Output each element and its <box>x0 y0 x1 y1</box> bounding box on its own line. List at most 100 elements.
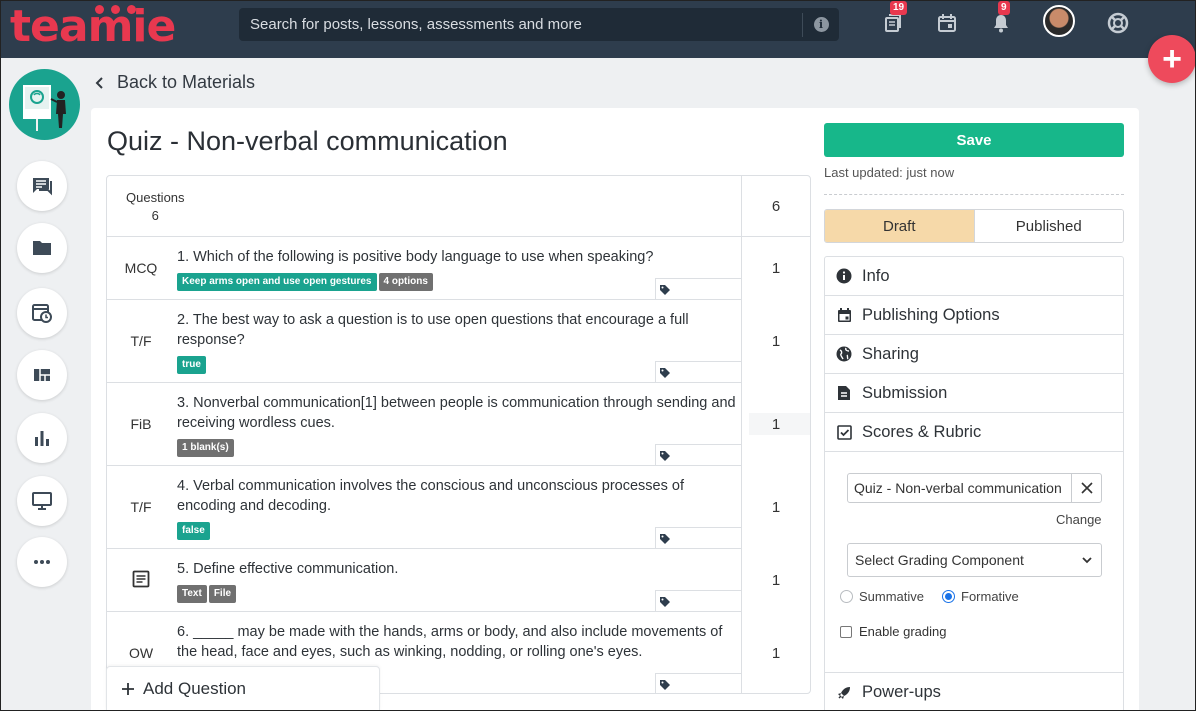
accordion-publishing-options[interactable]: Publishing Options <box>825 296 1123 335</box>
tag-editor-button[interactable] <box>655 590 741 612</box>
checkbox-icon <box>836 424 852 440</box>
question-type: FiB <box>130 416 152 432</box>
summative-radio[interactable]: Summative <box>840 589 924 604</box>
calendar-icon <box>938 14 956 32</box>
accordion-scores-rubric[interactable]: Scores & Rubric <box>825 413 1123 452</box>
question-row[interactable]: T/F 2. The best way to ask a question is… <box>107 300 741 383</box>
answer-tag: false <box>177 522 210 540</box>
tag-editor-button[interactable] <box>655 673 741 693</box>
teamie-logo[interactable]: teamie <box>10 2 176 52</box>
document-icon <box>132 570 150 588</box>
question-score[interactable]: 1 <box>742 416 810 433</box>
question-text[interactable]: 6. _____ may be made with the hands, arm… <box>177 622 739 662</box>
tag-editor-button[interactable] <box>655 444 741 466</box>
question-row[interactable]: 5. Define effective communication. Text … <box>107 549 741 612</box>
sidebar-item-posts[interactable] <box>17 161 67 211</box>
tag-icon <box>660 534 670 544</box>
user-avatar[interactable] <box>1043 5 1075 37</box>
plus-icon <box>122 682 134 695</box>
clear-linked-quiz-button[interactable] <box>1071 474 1101 502</box>
notifications-badge: 9 <box>998 1 1010 15</box>
question-row[interactable]: T/F 4. Verbal communication involves the… <box>107 466 741 549</box>
back-label: Back to Materials <box>117 72 256 92</box>
question-text[interactable]: 4. Verbal communication involves the con… <box>177 476 739 516</box>
question-score[interactable]: 1 <box>742 645 810 662</box>
search-info-button[interactable]: i <box>803 17 839 32</box>
question-type: OW <box>128 645 154 661</box>
answer-tag: Keep arms open and use open gestures <box>177 273 377 291</box>
powerups-divider <box>825 672 1123 673</box>
linked-quiz-value: Quiz - Non-verbal communication <box>854 480 1062 496</box>
question-row[interactable]: FiB 3. Nonverbal communication[1] betwee… <box>107 383 741 466</box>
sidebar-item-more[interactable] <box>17 537 67 587</box>
question-score[interactable]: 1 <box>742 333 810 350</box>
question-tags: true <box>177 356 206 374</box>
calendar-icon <box>837 308 851 322</box>
accordion-info-label: Info <box>862 266 890 285</box>
folder-icon <box>33 241 51 255</box>
questions-label: Questions <box>126 190 185 205</box>
enable-grading-box[interactable] <box>840 625 852 638</box>
question-text[interactable]: 3. Nonverbal communication[1] between pe… <box>177 393 739 433</box>
tag-editor-button[interactable] <box>655 527 741 549</box>
question-tags: Keep arms open and use open gestures 4 o… <box>177 273 433 291</box>
formative-radio-circle[interactable] <box>942 590 955 603</box>
materials-badge: 19 <box>890 1 908 15</box>
enable-grading-label: Enable grading <box>859 624 947 639</box>
back-to-materials-link[interactable]: Back to Materials <box>95 72 255 93</box>
status-draft-button[interactable]: Draft <box>825 210 975 242</box>
materials-button[interactable]: 19 <box>881 1 908 35</box>
materials-icon <box>885 14 901 32</box>
accordion-scores-label: Scores & Rubric <box>862 422 982 441</box>
notifications-button[interactable]: 9 <box>989 1 1013 35</box>
sidebar-item-analytics[interactable] <box>17 413 67 463</box>
accordion-info[interactable]: Info <box>825 257 1123 296</box>
accordion-publishing-label: Publishing Options <box>862 305 1000 324</box>
tag-icon <box>660 451 670 461</box>
divider <box>824 194 1124 195</box>
tag-editor-button[interactable] <box>655 361 741 383</box>
question-score[interactable]: 1 <box>742 260 810 277</box>
tag-editor-button[interactable] <box>655 278 741 300</box>
sidebar-item-materials[interactable] <box>17 223 67 273</box>
formative-radio[interactable]: Formative <box>942 589 1019 604</box>
summative-radio-circle[interactable] <box>840 590 853 603</box>
grading-component-select[interactable]: Select Grading Component <box>847 543 1102 577</box>
questions-table: Questions 6 6 MCQ 1. Which of the follow… <box>106 175 811 694</box>
sidebar-item-dashboard[interactable] <box>17 350 67 400</box>
dashboard-icon <box>34 369 50 381</box>
question-score[interactable]: 1 <box>742 572 810 589</box>
save-button[interactable]: Save <box>824 123 1124 157</box>
search-bar: i <box>239 8 839 41</box>
question-text[interactable]: 5. Define effective communication. <box>177 559 739 579</box>
status-published-button[interactable]: Published <box>974 210 1123 242</box>
total-score: 6 <box>771 198 781 215</box>
calendar-button[interactable] <box>935 11 959 35</box>
accordion-sharing[interactable]: Sharing <box>825 335 1123 374</box>
logo-dots <box>95 5 136 14</box>
accordion-submission-label: Submission <box>862 383 948 402</box>
linked-quiz-field[interactable]: Quiz - Non-verbal communication <box>847 473 1102 503</box>
change-link[interactable]: Change <box>1056 512 1102 527</box>
info-icon: i <box>813 17 829 32</box>
question-score[interactable]: 1 <box>742 499 810 516</box>
add-question-button[interactable]: Add Question <box>106 666 380 711</box>
question-text[interactable]: 2. The best way to ask a question is to … <box>177 310 739 350</box>
create-fab-button[interactable]: + <box>1148 35 1196 83</box>
search-input[interactable] <box>239 8 802 41</box>
tag-icon <box>660 368 670 378</box>
course-avatar[interactable] <box>9 69 80 140</box>
sidebar-item-schedule[interactable] <box>17 288 67 338</box>
sidebar-item-classroom[interactable] <box>17 476 67 526</box>
tag-icon <box>660 597 670 607</box>
accordion-submission[interactable]: Submission <box>825 374 1123 413</box>
help-button[interactable] <box>1106 11 1130 35</box>
info-circle-icon <box>836 268 852 284</box>
question-text[interactable]: 1. Which of the following is positive bo… <box>177 247 739 267</box>
question-row[interactable]: MCQ 1. Which of the following is positiv… <box>107 237 741 300</box>
accordion-powerups-label: Power-ups <box>862 683 941 701</box>
close-icon <box>1080 482 1093 494</box>
enable-grading-checkbox[interactable]: Enable grading <box>840 624 946 639</box>
accordion-power-ups[interactable]: Power-ups <box>825 673 1123 711</box>
question-type <box>107 569 175 592</box>
